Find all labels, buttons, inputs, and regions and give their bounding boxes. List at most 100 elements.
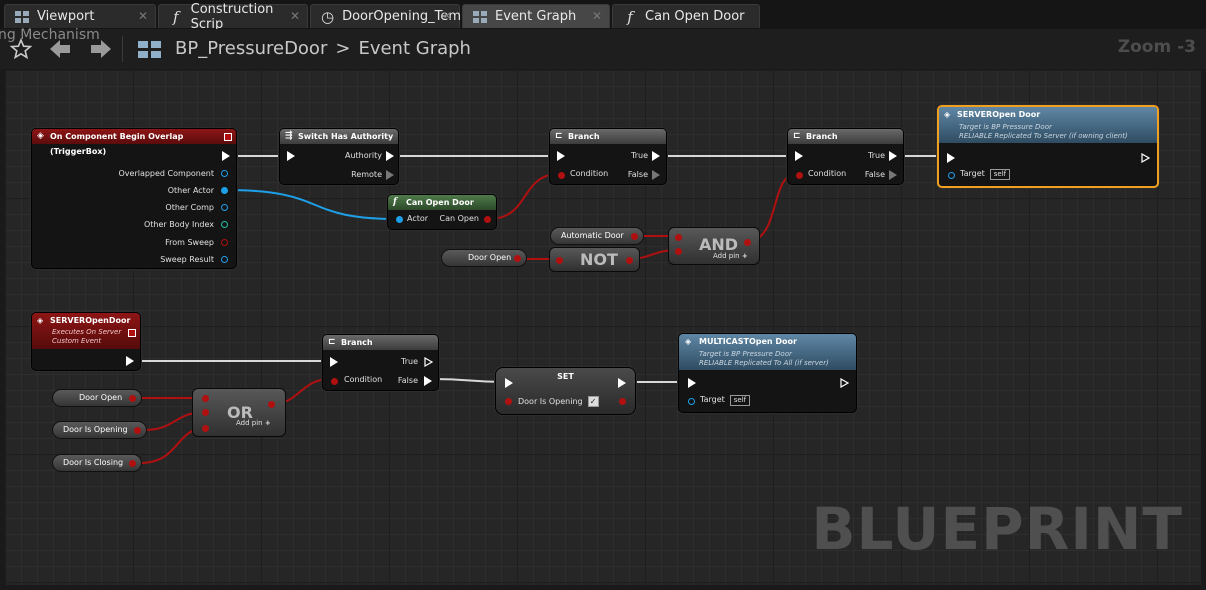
other-comp-pin[interactable]: [221, 204, 228, 211]
tab-event-graph[interactable]: Event Graph ✕: [462, 4, 610, 28]
and-in-pin-b[interactable]: [675, 248, 682, 255]
delegate-pin[interactable]: [128, 329, 136, 337]
door-is-opening-in-pin[interactable]: [505, 398, 512, 405]
door-is-opening-variable[interactable]: Door Is Opening: [52, 421, 147, 439]
not-node[interactable]: NOT: [549, 247, 640, 272]
target-label: Target self: [960, 169, 1011, 180]
add-pin-button[interactable]: Add pin +: [236, 419, 271, 427]
actor-pin[interactable]: [396, 216, 403, 223]
remote-exec-pin[interactable]: [386, 170, 394, 180]
multicast-open-door-node[interactable]: ◈ MULTICASTOpen Door Target is BP Pressur…: [678, 333, 857, 413]
exec-in-pin[interactable]: [557, 151, 565, 161]
and-in-pin-a[interactable]: [675, 234, 682, 241]
and-out-pin[interactable]: [744, 239, 751, 246]
variable-out-pin[interactable]: [631, 233, 638, 240]
pin-label: Other Actor: [167, 186, 214, 195]
authority-exec-pin[interactable]: [386, 151, 394, 161]
exec-in-pin[interactable]: [330, 357, 338, 367]
exec-in-pin[interactable]: [688, 378, 696, 388]
close-icon[interactable]: ✕: [138, 9, 148, 23]
automatic-door-variable[interactable]: Automatic Door: [550, 227, 644, 245]
exec-in-pin[interactable]: [505, 378, 513, 388]
variable-out-pin[interactable]: [129, 460, 136, 467]
true-exec-pin[interactable]: [424, 357, 433, 367]
node-subtitle: Custom Event: [52, 337, 102, 345]
exec-out-pin[interactable]: [618, 378, 626, 388]
server-open-door-call-node[interactable]: ◈ SERVEROpen Door Target is BP Pressure D…: [937, 105, 1159, 188]
self-value[interactable]: self: [989, 169, 1011, 180]
true-exec-pin[interactable]: [889, 151, 897, 161]
pin-label: Authority: [344, 151, 382, 160]
variable-out-pin[interactable]: [129, 395, 136, 402]
door-is-opening-out-pin[interactable]: [619, 398, 626, 405]
tab-viewport[interactable]: Viewport ✕: [4, 4, 156, 28]
exec-out-pin[interactable]: [126, 356, 134, 366]
other-actor-pin[interactable]: [221, 187, 228, 194]
condition-pin[interactable]: [796, 172, 803, 179]
or-in-pin-c[interactable]: [202, 425, 209, 432]
exec-out-pin[interactable]: [840, 378, 849, 388]
or-node[interactable]: OR Add pin +: [192, 388, 286, 437]
condition-pin[interactable]: [558, 172, 565, 179]
door-open-variable[interactable]: Door Open: [52, 389, 142, 407]
tab-construction-script[interactable]: f Construction Scrip ✕: [158, 2, 308, 32]
timeline-icon: ◷: [321, 7, 335, 26]
add-pin-button[interactable]: Add pin +: [713, 252, 748, 260]
switch-has-authority-node[interactable]: ⇶ Switch Has Authority Authority Remote: [279, 128, 399, 185]
tab-label: Viewport: [37, 9, 95, 24]
checkbox-checked[interactable]: ✓: [587, 396, 599, 407]
can-open-door-node[interactable]: f Can Open Door Actor Can Open: [387, 194, 497, 230]
or-in-pin-b[interactable]: [202, 409, 209, 416]
can-open-pin[interactable]: [484, 216, 491, 223]
star-icon[interactable]: [9, 37, 33, 64]
node-title: Switch Has Authority: [298, 132, 394, 141]
or-in-pin-a[interactable]: [202, 395, 209, 402]
target-label: Target self: [700, 395, 751, 406]
target-pin[interactable]: [688, 398, 695, 405]
set-node[interactable]: SET Door Is Opening ✓: [495, 367, 636, 415]
door-open-variable[interactable]: Door Open: [441, 249, 527, 267]
not-out-pin[interactable]: [626, 257, 633, 264]
blueprint-watermark: BLUEPRINT: [811, 495, 1183, 563]
on-component-begin-overlap-node[interactable]: ◈ On Component Begin Overlap (TriggerBox)…: [31, 128, 237, 269]
delegate-pin[interactable]: [224, 133, 232, 141]
true-exec-pin[interactable]: [652, 151, 660, 161]
node-header: ◈ SERVEROpenDoor Executes On Server Custo…: [32, 313, 140, 349]
pin-label: Overlapped Component: [118, 169, 214, 178]
false-exec-pin[interactable]: [652, 170, 660, 180]
branch-node-3[interactable]: ⊏ Branch True Condition False: [322, 334, 439, 391]
sweep-result-pin[interactable]: [221, 256, 228, 263]
server-open-door-event-node[interactable]: ◈ SERVEROpenDoor Executes On Server Custo…: [31, 312, 141, 371]
exec-in-pin[interactable]: [947, 153, 955, 163]
exec-out-pin[interactable]: [222, 151, 230, 161]
forward-arrow-icon[interactable]: [91, 40, 111, 62]
pin-label: False: [627, 170, 648, 179]
close-icon[interactable]: ✕: [290, 9, 300, 23]
overlapped-component-pin[interactable]: [221, 170, 228, 177]
target-pin[interactable]: [948, 172, 955, 179]
and-node[interactable]: AND Add pin +: [668, 227, 760, 265]
self-value[interactable]: self: [729, 395, 751, 406]
variable-out-pin[interactable]: [514, 255, 521, 262]
branch-node-2[interactable]: ⊏ Branch True Condition False: [787, 128, 904, 185]
close-icon[interactable]: ✕: [442, 9, 452, 23]
back-arrow-icon[interactable]: [50, 40, 70, 62]
other-body-index-pin[interactable]: [221, 221, 228, 228]
from-sweep-pin[interactable]: [221, 239, 228, 246]
variable-out-pin[interactable]: [134, 427, 141, 434]
branch-node-1[interactable]: ⊏ Branch True Condition False: [549, 128, 667, 185]
or-out-pin[interactable]: [268, 401, 275, 408]
close-icon[interactable]: ✕: [592, 9, 602, 23]
false-exec-pin[interactable]: [424, 376, 432, 386]
exec-in-pin[interactable]: [287, 151, 295, 161]
exec-in-pin[interactable]: [795, 151, 803, 161]
false-exec-pin[interactable]: [889, 170, 897, 180]
tab-door-opening-timeline[interactable]: ◷ DoorOpening_Tem ✕: [310, 4, 461, 28]
breadcrumb-root[interactable]: BP_PressureDoor: [175, 38, 327, 59]
exec-out-pin[interactable]: [1141, 153, 1150, 163]
condition-pin[interactable]: [331, 378, 338, 385]
tab-can-open-door[interactable]: f Can Open Door: [612, 4, 760, 28]
door-is-closing-variable[interactable]: Door Is Closing: [52, 454, 142, 472]
node-header: ⊏ Branch: [550, 129, 666, 144]
not-in-pin[interactable]: [556, 257, 563, 264]
